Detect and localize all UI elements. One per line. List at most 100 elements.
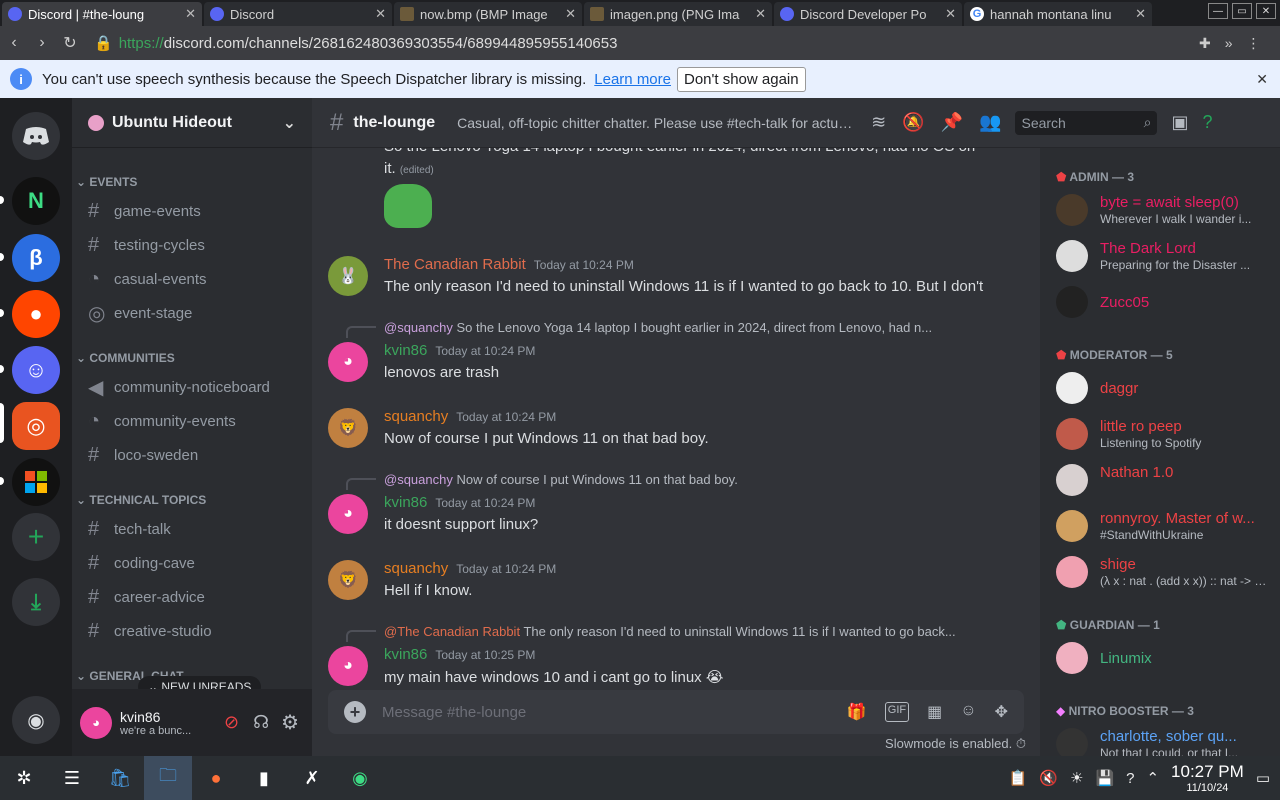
settings-icon[interactable]: ☰	[48, 756, 96, 800]
tab-hannah-montana[interactable]: G hannah montana linu ✕	[964, 2, 1152, 26]
clock[interactable]: 10:27 PM 11/10/24	[1171, 762, 1244, 794]
member-item[interactable]: The Dark Lord Preparing for the Disaster…	[1056, 240, 1276, 280]
reload-icon[interactable]: ↻	[56, 33, 84, 53]
channel-creative-studio[interactable]: # creative-studio	[80, 615, 304, 647]
channel-tech-talk[interactable]: # tech-talk	[80, 513, 304, 545]
member-item[interactable]: ronnyroy. Master of w... #StandWithUkrai…	[1056, 510, 1276, 550]
reply-preview[interactable]: @squanchy Now of course I put Windows 11…	[384, 472, 738, 487]
back-icon[interactable]: ‹	[0, 34, 28, 52]
category-events[interactable]: ⌄ EVENTS	[76, 175, 137, 189]
avatar[interactable]: 🦁	[328, 560, 368, 600]
dont-show-again-button[interactable]: Don't show again	[677, 66, 806, 92]
member-item[interactable]: little ro peep Listening to Spotify	[1056, 418, 1276, 458]
avatar[interactable]: ◕	[328, 494, 368, 534]
terminal-icon[interactable]: ▮	[240, 756, 288, 800]
server-n-icon[interactable]: N	[12, 177, 60, 225]
member-item[interactable]: byte = await sleep(0) Wherever I walk I …	[1056, 194, 1276, 234]
gift-icon[interactable]: 🎁	[847, 702, 867, 722]
channel-casual-events[interactable]: ◔ casual-events	[80, 263, 304, 295]
add-server-icon[interactable]: +	[12, 513, 60, 561]
tab-discord-developer[interactable]: Discord Developer Po ✕	[774, 2, 962, 26]
close-tab-icon[interactable]: ✕	[565, 6, 576, 22]
discover-icon[interactable]: ◉	[12, 696, 60, 744]
channel-event-stage[interactable]: ◎ event-stage	[80, 297, 304, 329]
gif-icon[interactable]: GIF	[884, 702, 910, 722]
android-studio-icon[interactable]: ◉	[336, 756, 384, 800]
member-list-icon[interactable]: 👥	[979, 112, 1001, 133]
maximize-icon[interactable]: ▭	[1232, 3, 1252, 19]
category-communities[interactable]: ⌄ COMMUNITIES	[76, 351, 175, 365]
member-item[interactable]: Linumix	[1056, 642, 1276, 682]
chevron-up-icon[interactable]: ⌃	[1146, 769, 1159, 787]
message-author[interactable]: The Canadian Rabbit Today at 10:24 PM	[384, 256, 634, 273]
reply-preview[interactable]: @squanchy So the Lenovo Yoga 14 laptop I…	[384, 320, 932, 335]
pin-icon[interactable]: 📌	[941, 112, 963, 133]
message-input[interactable]: + Message #the-lounge 🎁 GIF ▦ ☺ ✥	[328, 690, 1024, 734]
threads-icon[interactable]: ≋	[871, 112, 886, 133]
inbox-icon[interactable]: ▣	[1171, 112, 1188, 133]
help-circle-icon[interactable]: ?	[1126, 770, 1134, 787]
channel-game-events[interactable]: # game-events	[80, 195, 304, 227]
member-item[interactable]: Zucc05	[1056, 286, 1276, 326]
show-desktop-icon[interactable]: ▭	[1256, 769, 1270, 787]
brightness-icon[interactable]: ☀	[1070, 769, 1083, 787]
url-input[interactable]: 🔒 https:// discord.com/channels/26816248…	[94, 31, 1189, 55]
channel-community-noticeboard[interactable]: ◀ community-noticeboard	[80, 371, 304, 403]
close-infobar-icon[interactable]: ✕	[1256, 71, 1268, 88]
minimize-icon[interactable]: —	[1208, 3, 1228, 19]
message-author[interactable]: squanchy Today at 10:24 PM	[384, 560, 556, 577]
headphones-icon[interactable]: ☊	[253, 712, 269, 733]
firefox-icon[interactable]: ●	[192, 756, 240, 800]
forward-icon[interactable]: ›	[28, 34, 56, 52]
discord-home-icon[interactable]	[12, 112, 60, 160]
mic-muted-icon[interactable]: ⊘	[224, 712, 239, 733]
server-beta-icon[interactable]: β	[12, 234, 60, 282]
server-controller-icon[interactable]: ☺	[12, 346, 60, 394]
channel-loco-sweden[interactable]: # loco-sweden	[80, 439, 304, 471]
tab-imagen-png[interactable]: imagen.png (PNG Ima ✕	[584, 2, 772, 26]
close-tab-icon[interactable]: ✕	[1135, 6, 1146, 22]
avatar[interactable]: 🦁	[328, 408, 368, 448]
server-windows-icon[interactable]	[12, 458, 60, 506]
gear-icon[interactable]: ⚙	[281, 710, 299, 735]
download-icon[interactable]: ⤓	[12, 578, 60, 626]
store-icon[interactable]: 🛍	[96, 756, 144, 800]
tab-now-bmp[interactable]: now.bmp (BMP Image ✕	[394, 2, 582, 26]
more-tabs-icon[interactable]: »	[1225, 35, 1233, 52]
message-author[interactable]: squanchy Today at 10:24 PM	[384, 408, 556, 425]
channel-community-events[interactable]: ◔ community-events	[80, 405, 304, 437]
learn-more-link[interactable]: Learn more	[594, 71, 671, 88]
avatar[interactable]: ◕	[328, 646, 368, 686]
save-icon[interactable]: 💾	[1095, 769, 1114, 787]
close-window-icon[interactable]: ✕	[1256, 3, 1276, 19]
apps-icon[interactable]: ✥	[995, 702, 1008, 722]
tab-discord[interactable]: Discord ✕	[204, 2, 392, 26]
channel-coding-cave[interactable]: # coding-cave	[80, 547, 304, 579]
app-launcher-icon[interactable]: ✲	[0, 756, 48, 800]
close-tab-icon[interactable]: ✕	[185, 6, 196, 22]
tab-discord-lounge[interactable]: Discord | #the-loung ✕	[2, 2, 202, 26]
channel-career-advice[interactable]: # career-advice	[80, 581, 304, 613]
server-header[interactable]: Ubuntu Hideout ⌄	[72, 98, 312, 148]
menu-icon[interactable]: ⋮	[1247, 35, 1261, 52]
notification-bell-icon[interactable]: 🔕	[902, 112, 924, 133]
clipboard-icon[interactable]: 📋	[1009, 769, 1028, 787]
avatar[interactable]: ◕	[80, 706, 112, 739]
help-icon[interactable]: ?	[1203, 112, 1213, 133]
channel-topic[interactable]: Casual, off-topic chitter chatter. Pleas…	[457, 115, 857, 131]
search-input[interactable]: Search ⌕	[1015, 110, 1158, 135]
extensions-icon[interactable]: ✚	[1199, 35, 1211, 52]
category-technical-topics[interactable]: ⌄ TECHNICAL TOPICS	[76, 493, 206, 507]
xorg-icon[interactable]: ✗	[288, 756, 336, 800]
member-item[interactable]: charlotte, sober qu... Not that I could,…	[1056, 728, 1276, 756]
upload-plus-icon[interactable]: +	[344, 701, 366, 723]
member-item[interactable]: daggr	[1056, 372, 1276, 412]
message-author[interactable]: kvin86 Today at 10:25 PM	[384, 646, 535, 663]
emoji-icon[interactable]: ☺	[960, 702, 976, 722]
avatar[interactable]: ◕	[328, 342, 368, 382]
volume-muted-icon[interactable]: 🔇	[1039, 769, 1058, 787]
reply-preview[interactable]: @The Canadian Rabbit The only reason I'd…	[384, 624, 956, 639]
file-manager-icon[interactable]: 🗀	[144, 756, 192, 800]
sticker-icon[interactable]: ▦	[927, 702, 942, 722]
server-ubuntu-icon[interactable]: ◎	[12, 402, 60, 450]
